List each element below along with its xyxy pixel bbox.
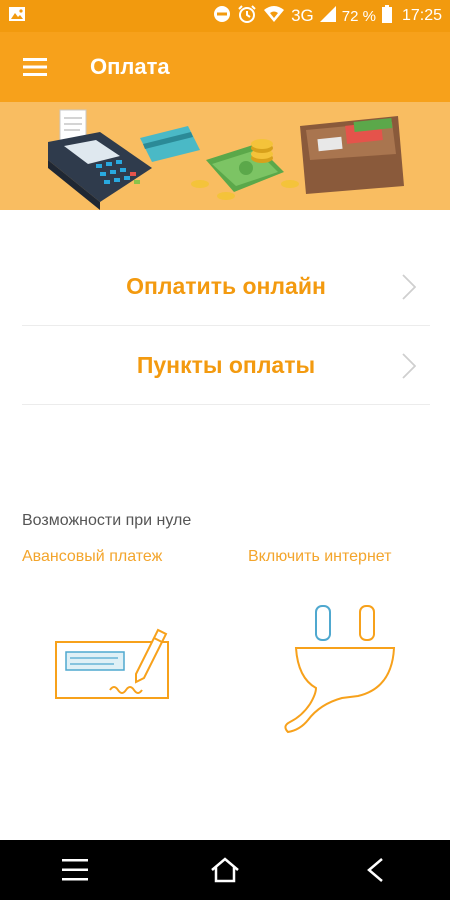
recent-apps-button[interactable] (45, 840, 105, 900)
pos-terminal-icon (48, 132, 152, 210)
network-type: 3G (291, 6, 314, 25)
signal-icon (319, 5, 336, 27)
check-icon[interactable] (52, 612, 176, 713)
status-left (8, 6, 213, 27)
payment-points-label: Пункты оплаты (136, 352, 316, 378)
back-arrow-icon (367, 858, 383, 882)
status-bar: 3G 72 % 17:25 (0, 0, 450, 32)
wallet-icon (300, 116, 404, 194)
pay-online-row[interactable]: Оплатить онлайн (22, 248, 430, 326)
app-bar: Оплата (0, 32, 450, 102)
back-button[interactable] (345, 840, 405, 900)
plug-icon[interactable] (280, 604, 400, 745)
cash-icon (206, 144, 284, 192)
payment-points-row[interactable]: Пункты оплаты (22, 327, 430, 405)
wifi-icon (263, 5, 285, 28)
advance-payment-link[interactable]: Авансовый платеж (22, 548, 162, 566)
page-title: Оплата (90, 54, 170, 79)
status-right: 3G 72 % 17:25 (213, 4, 442, 29)
clock: 17:25 (401, 7, 442, 24)
credit-card-icon (140, 126, 200, 162)
do-not-disturb-icon (213, 5, 231, 28)
alarm-icon (237, 4, 257, 29)
gallery-notification-icon (8, 6, 26, 27)
battery-icon (381, 4, 392, 28)
home-button[interactable] (195, 840, 255, 900)
hamburger-menu-icon (23, 58, 47, 76)
zero-balance-title: Возможности при нуле (22, 512, 192, 529)
payment-banner (0, 102, 450, 210)
system-nav-bar (0, 840, 450, 900)
pay-online-label: Оплатить онлайн (126, 273, 326, 299)
chevron-right-icon (402, 274, 416, 300)
enable-internet-link[interactable]: Включить интернет (248, 548, 391, 566)
menu-lines-icon (62, 859, 88, 881)
battery-percent: 72 % (341, 7, 376, 25)
home-icon (211, 857, 239, 883)
chevron-right-icon (402, 353, 416, 379)
menu-button[interactable] (0, 32, 70, 102)
